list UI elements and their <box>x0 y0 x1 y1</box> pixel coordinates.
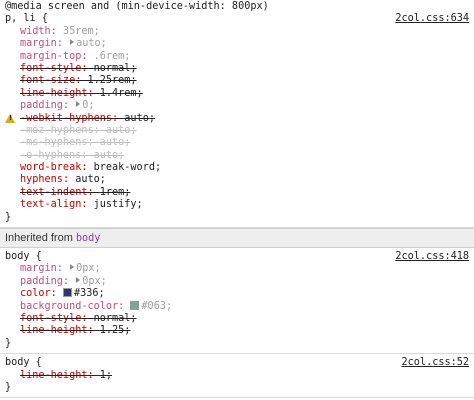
property-name[interactable]: font-style <box>20 313 81 324</box>
inherited-label: Inherited from <box>5 232 73 245</box>
property-name[interactable]: background-color <box>20 301 118 312</box>
css-rule-body-418: body { 2col.css:418 margin: 0px; padding… <box>0 248 474 355</box>
decl-width[interactable]: width: 35rem; <box>0 26 474 38</box>
property-value[interactable]: auto; <box>76 38 107 49</box>
property-name[interactable]: margin <box>20 263 57 274</box>
property-value[interactable]: justify; <box>94 199 143 210</box>
property-value[interactable]: .6rem; <box>94 51 131 62</box>
rule-selector-line: body { 2col.css:418 <box>0 251 474 263</box>
inherited-from-header: Inherited from body <box>0 228 474 249</box>
styles-pane: @media screen and (min-device-width: 800… <box>0 0 474 399</box>
source-link[interactable]: 2col.css:418 <box>395 251 469 263</box>
property-value[interactable]: normal; <box>94 63 137 74</box>
source-link[interactable]: 2col.css:52 <box>402 357 469 369</box>
decl-color[interactable]: color: #336; <box>0 288 474 300</box>
rule-close-brace: } <box>5 337 12 349</box>
decl-ms-hyphens[interactable]: -ms-hyphens: auto; <box>0 137 474 149</box>
rule-close-brace: } <box>5 211 12 223</box>
property-value[interactable]: 0px; <box>82 276 107 287</box>
property-value[interactable]: auto; <box>106 125 137 136</box>
color-swatch-icon[interactable] <box>62 288 72 298</box>
property-value[interactable]: auto; <box>100 137 131 148</box>
decl-word-break[interactable]: word-break: break-word; <box>0 162 474 174</box>
property-value[interactable]: #336; <box>74 288 105 299</box>
source-link[interactable]: 2col.css:634 <box>395 13 469 25</box>
inherited-element-tag[interactable]: body <box>76 233 101 244</box>
property-name[interactable]: line-height <box>20 370 87 381</box>
property-value[interactable]: #063; <box>141 301 172 312</box>
property-value[interactable]: 1.25; <box>100 325 131 336</box>
property-name[interactable]: hyphens <box>20 174 63 185</box>
property-value[interactable]: 35rem; <box>63 26 100 37</box>
decl-font-size[interactable]: font-size: 1.25rem; <box>0 75 474 87</box>
property-value[interactable]: 0; <box>82 100 94 111</box>
decl-moz-hyphens[interactable]: -moz-hyphens: auto; <box>0 125 474 137</box>
decl-background-color[interactable]: background-color: #063; <box>0 300 474 313</box>
property-name[interactable]: word-break <box>20 162 81 173</box>
property-value[interactable]: break-word; <box>94 162 161 173</box>
decl-margin[interactable]: margin: 0px; <box>0 263 474 275</box>
decl-padding[interactable]: padding: 0px; <box>0 276 474 288</box>
decl-line-height[interactable]: line-height: 1; <box>0 370 474 382</box>
property-name[interactable]: line-height <box>20 325 87 336</box>
property-name[interactable]: font-style <box>20 63 81 74</box>
warning-icon[interactable] <box>5 113 15 123</box>
property-name[interactable]: text-align <box>20 199 81 210</box>
selector[interactable]: body { <box>5 357 42 368</box>
property-value[interactable]: 1rem; <box>100 187 131 198</box>
decl-hyphens[interactable]: hyphens: auto; <box>0 174 474 186</box>
property-name[interactable]: font-size <box>20 75 75 86</box>
expand-triangle-icon[interactable] <box>76 101 81 108</box>
css-rule-p-li: @media screen and (min-device-width: 800… <box>0 0 474 229</box>
decl-font-style[interactable]: font-style: normal; <box>0 313 474 325</box>
decl-margin[interactable]: margin: auto; <box>0 38 474 50</box>
decl-text-indent[interactable]: text-indent: 1rem; <box>0 187 474 199</box>
decl-text-align[interactable]: text-align: justify; <box>0 199 474 211</box>
rule-selector-line: body { 2col.css:52 <box>0 357 474 369</box>
selector[interactable]: body { <box>5 251 42 262</box>
property-name[interactable]: margin-top <box>20 51 81 62</box>
property-value[interactable]: auto; <box>75 174 106 185</box>
expand-triangle-icon[interactable] <box>76 276 81 283</box>
property-value[interactable]: 0px; <box>76 263 101 274</box>
property-name[interactable]: -webkit-hyphens <box>20 113 112 124</box>
media-query: @media screen and (min-device-width: 800… <box>5 1 269 12</box>
rule-selector-line: p, li { 2col.css:634 <box>0 13 474 25</box>
property-name[interactable]: padding <box>20 100 63 111</box>
property-name[interactable]: -moz-hyphens <box>20 125 94 136</box>
property-value[interactable]: auto; <box>94 150 125 161</box>
color-swatch-icon[interactable] <box>130 300 140 310</box>
property-name[interactable]: margin <box>20 38 57 49</box>
property-value[interactable]: auto; <box>124 113 155 124</box>
property-value[interactable]: normal; <box>94 313 137 324</box>
decl-margin-top[interactable]: margin-top: .6rem; <box>0 51 474 63</box>
rule-close-brace: } <box>5 381 12 393</box>
decl-line-height[interactable]: line-height: 1.25; <box>0 325 474 337</box>
css-rule-body-52: body { 2col.css:52 line-height: 1; } <box>0 354 474 399</box>
property-value[interactable]: 1.25rem; <box>87 75 136 86</box>
property-name[interactable]: padding <box>20 276 63 287</box>
property-name[interactable]: color <box>20 288 51 299</box>
decl-webkit-hyphens[interactable]: -webkit-hyphens: auto; <box>0 113 474 125</box>
decl-font-style[interactable]: font-style: normal; <box>0 63 474 75</box>
property-value[interactable]: 1; <box>100 370 112 381</box>
property-name[interactable]: text-indent <box>20 187 87 198</box>
decl-o-hyphens[interactable]: -o-hyphens: auto; <box>0 150 474 162</box>
property-name[interactable]: line-height <box>20 88 87 99</box>
property-name[interactable]: width <box>20 26 51 37</box>
decl-line-height[interactable]: line-height: 1.4rem; <box>0 88 474 100</box>
property-value[interactable]: 1.4rem; <box>100 88 143 99</box>
selector[interactable]: p, li { <box>5 13 48 24</box>
property-name[interactable]: -ms-hyphens <box>20 137 87 148</box>
expand-triangle-icon[interactable] <box>70 264 75 271</box>
decl-padding[interactable]: padding: 0; <box>0 100 474 112</box>
property-name[interactable]: -o-hyphens <box>20 150 81 161</box>
expand-triangle-icon[interactable] <box>70 39 75 46</box>
